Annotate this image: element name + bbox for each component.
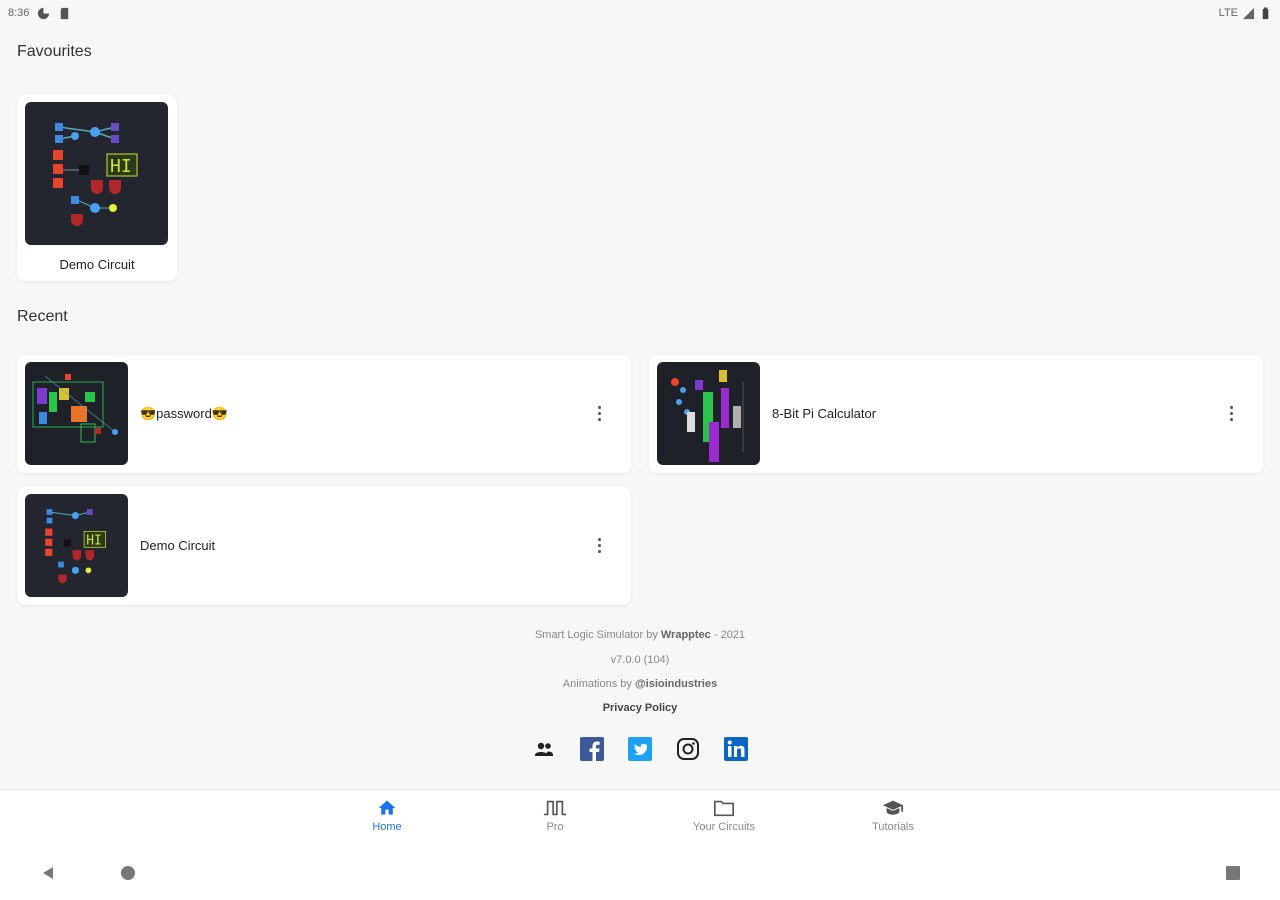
- tab-tutorials-label: Tutorials: [872, 821, 914, 833]
- tab-your-circuits-label: Your Circuits: [693, 821, 755, 833]
- animations-author-link[interactable]: @isioindustries: [635, 678, 717, 690]
- system-navigation-bar: [0, 847, 1280, 900]
- home-icon: [378, 800, 396, 815]
- animations-prefix: Animations by: [562, 678, 635, 690]
- more-options-icon[interactable]: [591, 402, 607, 424]
- signal-icon: [1242, 7, 1255, 19]
- tab-home-label: Home: [372, 821, 402, 833]
- tab-tutorials[interactable]: Tutorials: [838, 798, 948, 833]
- more-options-icon[interactable]: [1223, 402, 1239, 424]
- recent-item-demo-circuit[interactable]: HI Demo Circuit: [17, 487, 631, 605]
- bottom-navigation: Home Pro Your Circuits Tutorials: [0, 789, 1280, 847]
- app-notification-icon: [38, 7, 50, 19]
- tab-home[interactable]: Home: [332, 798, 442, 833]
- community-icon[interactable]: [531, 736, 557, 762]
- twitter-icon[interactable]: [627, 736, 653, 762]
- home-circle-icon[interactable]: [120, 865, 136, 881]
- recent-item-label: Demo Circuit: [140, 538, 216, 553]
- recent-item-label: 8-Bit Pi Calculator: [772, 406, 877, 421]
- circuit-thumbnail: HI: [25, 494, 128, 597]
- credit-line: Smart Logic Simulator by Wrapptec - 2021: [0, 629, 1280, 641]
- privacy-policy-link[interactable]: Privacy Policy: [0, 702, 1280, 714]
- sd-card-icon: [61, 7, 69, 19]
- recent-heading: Recent: [17, 308, 68, 325]
- favourite-card[interactable]: HI Demo Circuit: [17, 95, 177, 281]
- recents-icon[interactable]: [1225, 865, 1241, 881]
- circuit-thumbnail: [657, 362, 760, 465]
- favourite-label: Demo Circuit: [59, 257, 135, 272]
- waveform-icon: [543, 800, 567, 816]
- circuit-thumbnail: [25, 362, 128, 465]
- back-icon[interactable]: [40, 865, 56, 881]
- facebook-icon[interactable]: [579, 736, 605, 762]
- social-links: [531, 736, 749, 762]
- more-options-icon[interactable]: [591, 534, 607, 556]
- svg-text:HI: HI: [86, 533, 102, 548]
- version-text: v7.0.0 (104): [610, 654, 670, 666]
- status-time: 8:36: [8, 7, 30, 19]
- recent-item-password[interactable]: 😎password😎: [17, 355, 631, 473]
- favourites-heading: Favourites: [17, 43, 92, 60]
- credit-prefix: Smart Logic Simulator by: [534, 629, 661, 641]
- tab-your-circuits[interactable]: Your Circuits: [669, 798, 779, 833]
- recent-item-label: 😎password😎: [140, 406, 229, 421]
- folder-icon: [714, 800, 734, 817]
- credit-brand-link[interactable]: Wrapptec: [661, 629, 711, 641]
- instagram-icon[interactable]: [675, 736, 701, 762]
- animations-credit: Animations by @isioindustries: [0, 678, 1280, 690]
- battery-icon: [1262, 6, 1269, 19]
- credit-year: - 2021: [710, 629, 746, 641]
- svg-text:HI: HI: [110, 156, 132, 177]
- tab-pro-label: Pro: [546, 821, 564, 833]
- recent-item-pi-calculator[interactable]: 8-Bit Pi Calculator: [649, 355, 1263, 473]
- tab-pro[interactable]: Pro: [500, 798, 610, 833]
- status-bar: 8:36 LTE: [0, 0, 1280, 26]
- circuit-thumbnail: HI: [25, 102, 168, 245]
- school-icon: [882, 800, 904, 815]
- linkedin-icon[interactable]: [723, 736, 749, 762]
- network-type: LTE: [1218, 7, 1238, 19]
